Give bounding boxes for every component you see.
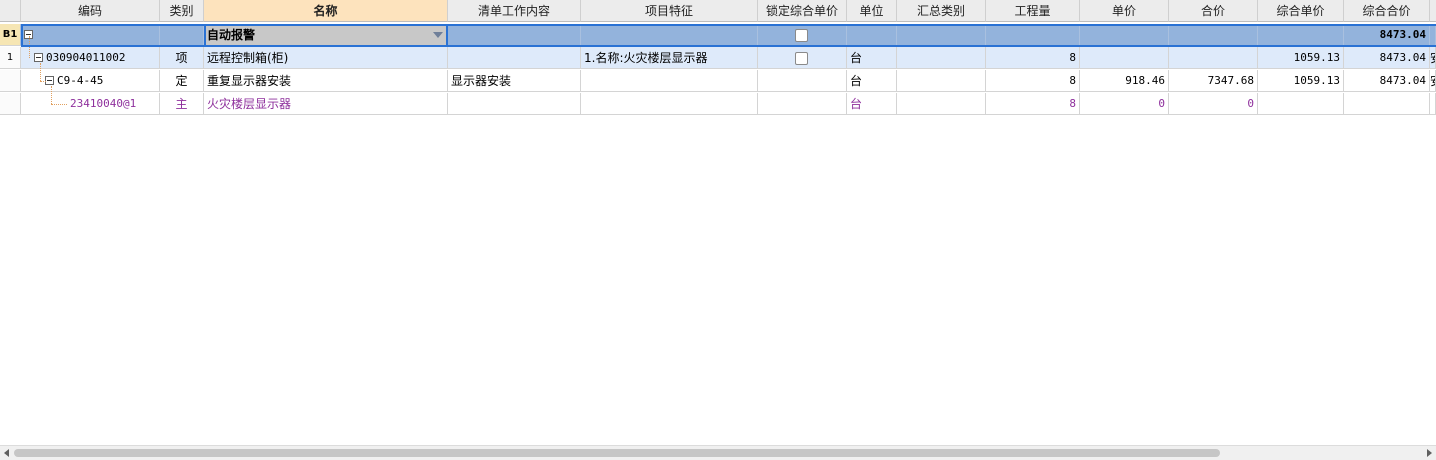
cell-unit-price[interactable] bbox=[1080, 24, 1169, 46]
table-row-item[interactable]: 1 030904011002 项 远程控制箱(柜) 1.名称:火灾楼层显示器 台… bbox=[0, 47, 1436, 69]
cell-comp-unit-price[interactable] bbox=[1258, 93, 1344, 115]
cell-overflow[interactable] bbox=[1430, 93, 1436, 115]
cell-code-text: 030904011002 bbox=[46, 51, 126, 64]
row-header[interactable] bbox=[0, 93, 21, 115]
cell-quantity[interactable]: 8 bbox=[986, 47, 1080, 69]
cell-total-price[interactable]: 7347.68 bbox=[1169, 70, 1258, 92]
header-summary-type[interactable]: 汇总类别 bbox=[897, 0, 986, 22]
header-code[interactable]: 编码 bbox=[21, 0, 160, 22]
cell-summary-type[interactable] bbox=[897, 24, 986, 46]
tree-connector bbox=[40, 81, 46, 82]
cell-type[interactable]: 定 bbox=[160, 70, 204, 92]
cell-comp-unit-price[interactable] bbox=[1258, 24, 1344, 46]
lock-price-checkbox[interactable] bbox=[795, 52, 808, 65]
cell-unit[interactable]: 台 bbox=[847, 70, 897, 92]
minus-box-icon[interactable] bbox=[34, 52, 43, 62]
cell-summary-type[interactable] bbox=[897, 93, 986, 115]
column-header-row: 编码 类别 名称 清单工作内容 项目特征 锁定综合单价 单位 汇总类别 工程量 … bbox=[0, 0, 1436, 22]
cell-unit-price[interactable]: 0 bbox=[1080, 93, 1169, 115]
header-features[interactable]: 项目特征 bbox=[581, 0, 758, 22]
cell-summary-type[interactable] bbox=[897, 47, 986, 69]
horizontal-scrollbar[interactable] bbox=[0, 445, 1436, 460]
row-header[interactable] bbox=[0, 70, 21, 92]
cell-work-content[interactable] bbox=[448, 93, 581, 115]
cell-code[interactable] bbox=[21, 24, 160, 46]
cell-total-price[interactable]: 0 bbox=[1169, 93, 1258, 115]
cell-unit[interactable] bbox=[847, 24, 897, 46]
scrollbar-thumb[interactable] bbox=[14, 449, 1220, 457]
corner-header[interactable] bbox=[0, 0, 21, 22]
cell-lock-price[interactable] bbox=[758, 47, 847, 69]
cell-work-content[interactable]: 显示器安装 bbox=[448, 70, 581, 92]
cell-comp-total[interactable]: 8473.04 bbox=[1344, 70, 1430, 92]
cell-work-content[interactable] bbox=[448, 24, 581, 46]
header-comp-unit-price[interactable]: 综合单价 bbox=[1258, 0, 1344, 22]
cell-overflow[interactable]: 安 bbox=[1430, 47, 1436, 69]
cell-unit-price[interactable] bbox=[1080, 47, 1169, 69]
name-dropdown[interactable]: 自动报警 bbox=[204, 24, 448, 46]
scroll-left-icon[interactable] bbox=[4, 449, 9, 457]
header-type[interactable]: 类别 bbox=[160, 0, 204, 22]
cell-overflow[interactable] bbox=[1430, 24, 1436, 46]
header-overflow bbox=[1430, 0, 1436, 22]
cell-type[interactable]: 主 bbox=[160, 93, 204, 115]
cell-quantity[interactable]: 8 bbox=[986, 93, 1080, 115]
chevron-down-icon[interactable] bbox=[433, 32, 443, 38]
bill-of-quantities-grid: 编码 类别 名称 清单工作内容 项目特征 锁定综合单价 单位 汇总类别 工程量 … bbox=[0, 0, 1436, 117]
cell-unit[interactable]: 台 bbox=[847, 93, 897, 115]
cell-lock-price[interactable] bbox=[758, 24, 847, 46]
cell-total-price[interactable] bbox=[1169, 24, 1258, 46]
minus-box-icon[interactable] bbox=[45, 75, 54, 85]
header-total-price[interactable]: 合价 bbox=[1169, 0, 1258, 22]
cell-summary-type[interactable] bbox=[897, 70, 986, 92]
cell-code[interactable]: 23410040@1 bbox=[21, 93, 160, 115]
cell-unit[interactable]: 台 bbox=[847, 47, 897, 69]
cell-quantity[interactable]: 8 bbox=[986, 70, 1080, 92]
header-name[interactable]: 名称 bbox=[204, 0, 448, 22]
header-unit-price[interactable]: 单价 bbox=[1080, 0, 1169, 22]
cell-work-content[interactable] bbox=[448, 47, 581, 69]
scroll-right-icon[interactable] bbox=[1427, 449, 1432, 457]
tree-connector bbox=[40, 63, 41, 81]
cell-quantity[interactable] bbox=[986, 24, 1080, 46]
cell-comp-total[interactable] bbox=[1344, 93, 1430, 115]
lock-price-checkbox[interactable] bbox=[795, 29, 808, 42]
row-header[interactable]: B1 bbox=[0, 24, 21, 46]
cell-comp-total[interactable]: 8473.04 bbox=[1344, 24, 1430, 46]
header-quantity[interactable]: 工程量 bbox=[986, 0, 1080, 22]
cell-code-text: C9-4-45 bbox=[57, 74, 104, 87]
cell-features[interactable] bbox=[581, 24, 758, 46]
table-row-material[interactable]: 23410040@1 主 火灾楼层显示器 台 8 0 0 bbox=[0, 93, 1436, 115]
header-comp-total[interactable]: 综合合价 bbox=[1344, 0, 1430, 22]
header-lock-price[interactable]: 锁定综合单价 bbox=[758, 0, 847, 22]
cell-type[interactable]: 项 bbox=[160, 47, 204, 69]
cell-features[interactable] bbox=[581, 93, 758, 115]
cell-type[interactable] bbox=[160, 24, 204, 46]
cell-lock-price[interactable] bbox=[758, 70, 847, 92]
cell-name[interactable]: 火灾楼层显示器 bbox=[204, 93, 448, 115]
tree-connector bbox=[29, 36, 30, 58]
cell-overflow[interactable]: 安 bbox=[1430, 70, 1436, 92]
cell-name[interactable]: 重复显示器安装 bbox=[204, 70, 448, 92]
cell-features[interactable]: 1.名称:火灾楼层显示器 bbox=[581, 47, 758, 69]
header-unit[interactable]: 单位 bbox=[847, 0, 897, 22]
cell-lock-price[interactable] bbox=[758, 93, 847, 115]
header-work-content[interactable]: 清单工作内容 bbox=[448, 0, 581, 22]
cell-unit-price[interactable]: 918.46 bbox=[1080, 70, 1169, 92]
tree-connector bbox=[51, 86, 52, 104]
cell-comp-unit-price[interactable]: 1059.13 bbox=[1258, 70, 1344, 92]
cell-name-text: 自动报警 bbox=[207, 28, 256, 42]
cell-total-price[interactable] bbox=[1169, 47, 1258, 69]
tree-connector bbox=[51, 104, 67, 105]
table-row-section-b1[interactable]: B1 自动报警 8473.04 bbox=[0, 24, 1436, 46]
cell-comp-unit-price[interactable]: 1059.13 bbox=[1258, 47, 1344, 69]
row-header[interactable]: 1 bbox=[0, 47, 21, 69]
cell-code[interactable]: 030904011002 bbox=[21, 47, 160, 69]
cell-features[interactable] bbox=[581, 70, 758, 92]
cell-comp-total[interactable]: 8473.04 bbox=[1344, 47, 1430, 69]
table-row-quota[interactable]: C9-4-45 定 重复显示器安装 显示器安装 台 8 918.46 7347.… bbox=[0, 70, 1436, 92]
cell-name[interactable]: 远程控制箱(柜) bbox=[204, 47, 448, 69]
